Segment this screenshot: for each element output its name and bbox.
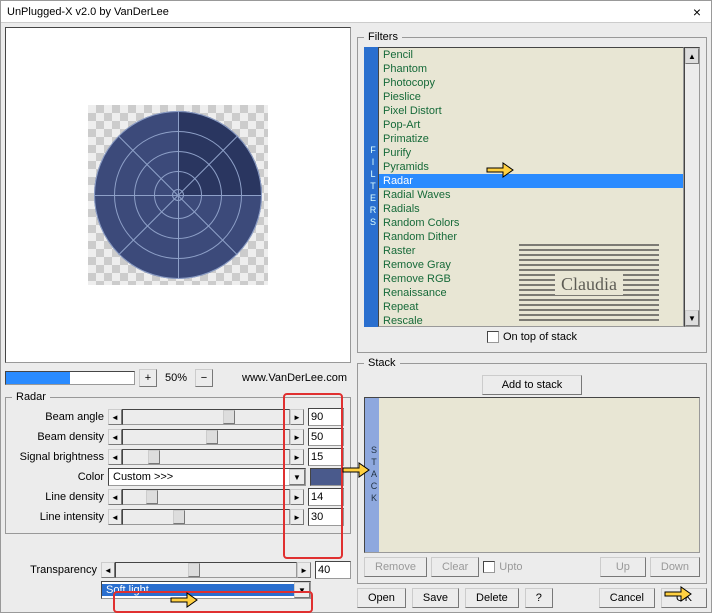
arrow-right-icon[interactable]: ► <box>290 509 304 525</box>
filter-item[interactable]: Radials <box>379 202 683 216</box>
filter-item[interactable]: Random Colors <box>379 216 683 230</box>
transparency-slider[interactable]: ◄ ► <box>101 562 311 578</box>
titlebar-text: UnPlugged-X v2.0 by VanDerLee <box>7 6 689 18</box>
beam_density-slider[interactable]: ◄► <box>108 429 304 445</box>
stack-legend: Stack <box>364 357 400 369</box>
preview-image <box>88 105 268 285</box>
up-button[interactable]: Up <box>600 557 646 577</box>
line_density-slider[interactable]: ◄► <box>108 489 304 505</box>
line_intensity-label: Line intensity <box>12 511 104 523</box>
line_intensity-value[interactable] <box>308 508 344 526</box>
arrow-left-icon[interactable]: ◄ <box>108 509 122 525</box>
signal_brightness-value[interactable] <box>308 448 344 466</box>
titlebar: UnPlugged-X v2.0 by VanDerLee × <box>1 1 711 23</box>
help-button[interactable]: ? <box>525 588 553 608</box>
ok-button[interactable]: OK <box>661 588 707 608</box>
scroll-down-icon[interactable]: ▼ <box>685 310 699 326</box>
filter-item[interactable]: Purify <box>379 146 683 160</box>
dialog-window: UnPlugged-X v2.0 by VanDerLee × <box>0 0 712 613</box>
radar-group: Radar Beam angle◄►Beam density◄►Signal b… <box>5 391 351 534</box>
filter-item[interactable]: Primatize <box>379 132 683 146</box>
arrow-left-icon[interactable]: ◄ <box>101 562 115 578</box>
delete-button[interactable]: Delete <box>465 588 519 608</box>
chevron-down-icon[interactable]: ▼ <box>294 582 310 598</box>
radar-legend: Radar <box>12 391 50 403</box>
save-button[interactable]: Save <box>412 588 459 608</box>
stack-group: Stack Add to stack STACK Remove Clear Up… <box>357 357 707 584</box>
stack-list[interactable] <box>379 398 699 552</box>
filter-item[interactable]: Remove RGB <box>379 272 683 286</box>
cancel-button[interactable]: Cancel <box>599 588 655 608</box>
beam_angle-value[interactable] <box>308 408 344 426</box>
filter-item[interactable]: Pyramids <box>379 160 683 174</box>
beam_density-value[interactable] <box>308 428 344 446</box>
filter-item[interactable]: Pop-Art <box>379 118 683 132</box>
arrow-right-icon[interactable]: ► <box>290 429 304 445</box>
remove-button[interactable]: Remove <box>364 557 427 577</box>
filter-item[interactable]: Random Dither <box>379 230 683 244</box>
upto-label: Upto <box>499 561 522 573</box>
add-to-stack-button[interactable]: Add to stack <box>482 375 582 395</box>
color-swatch[interactable] <box>310 468 344 486</box>
open-button[interactable]: Open <box>357 588 406 608</box>
filters-scrollbar[interactable]: ▲ ▼ <box>684 47 700 327</box>
filter-item[interactable]: Radial Waves <box>379 188 683 202</box>
arrow-left-icon[interactable]: ◄ <box>108 489 122 505</box>
zoom-progress[interactable] <box>5 371 135 385</box>
down-button[interactable]: Down <box>650 557 700 577</box>
color-label: Color <box>12 471 104 483</box>
beam_angle-slider[interactable]: ◄► <box>108 409 304 425</box>
beam_angle-label: Beam angle <box>12 411 104 423</box>
vendor-url[interactable]: www.VanDerLee.com <box>217 372 351 384</box>
arrow-left-icon[interactable]: ◄ <box>108 429 122 445</box>
ontop-checkbox[interactable] <box>487 331 499 343</box>
filter-item[interactable]: Renaissance <box>379 286 683 300</box>
stack-tab[interactable]: STACK <box>365 398 379 552</box>
signal_brightness-slider[interactable]: ◄► <box>108 449 304 465</box>
filter-item[interactable]: Remove Gray <box>379 258 683 272</box>
filter-item[interactable]: Pencil <box>379 48 683 62</box>
filter-item[interactable]: Pieslice <box>379 90 683 104</box>
filter-item[interactable]: Phantom <box>379 62 683 76</box>
line_intensity-slider[interactable]: ◄► <box>108 509 304 525</box>
filter-item[interactable]: Pixel Distort <box>379 104 683 118</box>
filters-group: Filters FILTERS Claudia PencilPhantomPho… <box>357 31 707 353</box>
filter-item[interactable]: Photocopy <box>379 76 683 90</box>
filter-item[interactable]: Repeat <box>379 300 683 314</box>
arrow-left-icon[interactable]: ◄ <box>108 449 122 465</box>
upto-checkbox[interactable] <box>483 561 495 573</box>
close-icon[interactable]: × <box>689 4 705 20</box>
filter-item[interactable]: Rescale <box>379 314 683 327</box>
line_density-label: Line density <box>12 491 104 503</box>
color-combo[interactable]: Custom >>>▼ <box>108 468 306 486</box>
transparency-value[interactable] <box>315 561 351 579</box>
arrow-right-icon[interactable]: ► <box>290 409 304 425</box>
line_density-value[interactable] <box>308 488 344 506</box>
blend-mode-value: Soft light <box>102 584 294 596</box>
filter-item[interactable]: Raster <box>379 244 683 258</box>
clear-button[interactable]: Clear <box>431 557 479 577</box>
zoom-percent: 50% <box>161 372 191 384</box>
transparency-label: Transparency <box>5 564 97 576</box>
beam_density-label: Beam density <box>12 431 104 443</box>
blend-mode-combo[interactable]: Soft light ▼ <box>101 581 311 599</box>
filters-legend: Filters <box>364 31 402 43</box>
chevron-down-icon[interactable]: ▼ <box>289 469 305 485</box>
arrow-right-icon[interactable]: ► <box>297 562 311 578</box>
zoom-in-button[interactable]: + <box>139 369 157 387</box>
arrow-left-icon[interactable]: ◄ <box>108 409 122 425</box>
filter-item[interactable]: Radar <box>379 174 683 188</box>
filters-tab[interactable]: FILTERS <box>364 47 378 327</box>
scroll-up-icon[interactable]: ▲ <box>685 48 699 64</box>
filters-list[interactable]: Claudia PencilPhantomPhotocopyPieslicePi… <box>378 47 684 327</box>
arrow-right-icon[interactable]: ► <box>290 489 304 505</box>
signal_brightness-label: Signal brightness <box>12 451 104 463</box>
preview-area <box>5 27 351 363</box>
ontop-label: On top of stack <box>503 331 577 343</box>
zoom-out-button[interactable]: − <box>195 369 213 387</box>
arrow-right-icon[interactable]: ► <box>290 449 304 465</box>
